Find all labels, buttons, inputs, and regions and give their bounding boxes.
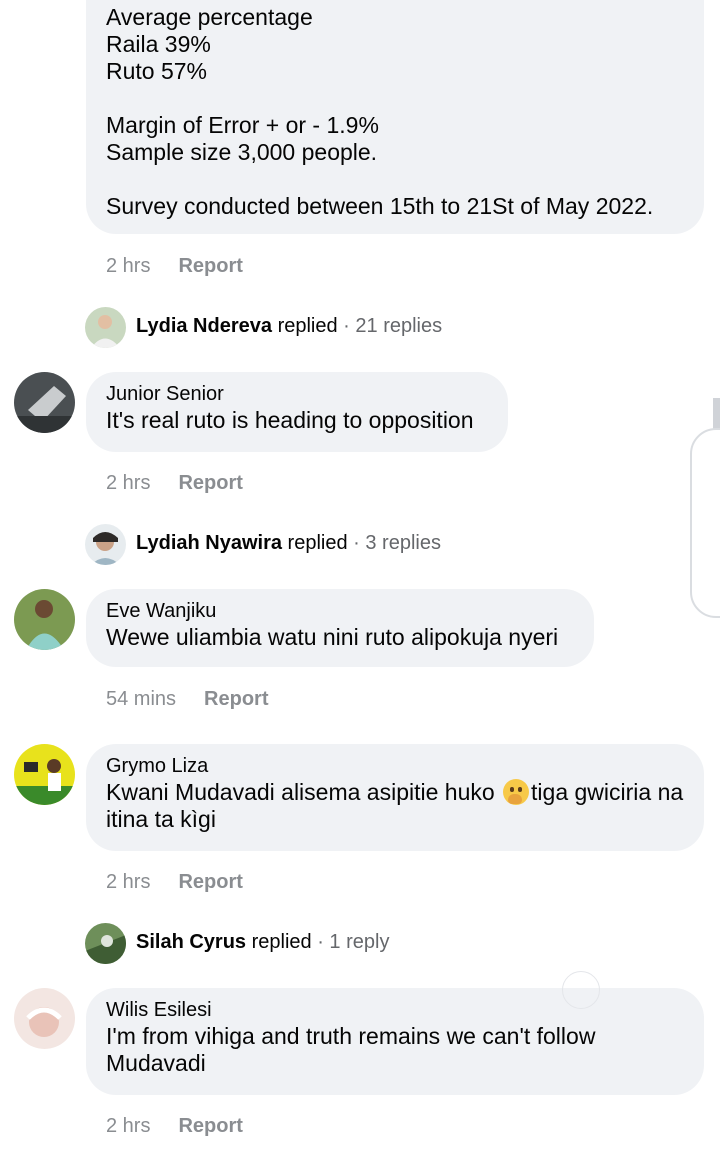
report-button[interactable]: Report [204,687,268,711]
avatar[interactable] [85,923,126,964]
avatar-image [85,524,126,565]
report-button[interactable]: Report [178,1114,242,1138]
timestamp[interactable]: 2 hrs [106,870,150,894]
replied-label: replied [251,931,312,953]
comment-text: Kwani Mudavadi alisema asipitie huko tig… [106,779,684,833]
timestamp[interactable]: 2 hrs [106,471,150,495]
reply-count[interactable]: · 21 replies [343,315,442,337]
avatar-image [85,307,126,348]
avatar[interactable] [14,988,75,1049]
post-comment-bubble: Average percentage Raila 39% Ruto 57% Ma… [86,0,704,234]
avatar[interactable] [14,372,75,433]
floating-side-panel[interactable] [690,428,720,618]
reply-count[interactable]: · 3 replies [353,532,441,554]
reply-author-name[interactable]: Silah Cyrus [136,931,246,953]
replied-label: replied [277,315,338,337]
replied-label: replied [287,532,348,554]
comment-text-part: Kwani Mudavadi alisema asipitie huko [106,779,502,805]
avatar-image [14,744,75,805]
report-button[interactable]: Report [178,254,242,278]
view-replies-link[interactable]: Lydiah Nyawira replied · 3 replies [136,531,441,555]
touch-indicator [562,971,600,1009]
report-button[interactable]: Report [178,870,242,894]
comment-bubble: Grymo Liza Kwani Mudavadi alisema asipit… [86,744,704,851]
report-button[interactable]: Report [178,471,242,495]
comment-author[interactable]: Grymo Liza [106,753,684,779]
avatar[interactable] [85,524,126,565]
timestamp[interactable]: 54 mins [106,687,176,711]
thinking-face-emoji-icon [503,779,530,805]
comment-bubble: Junior Senior It's real ruto is heading … [86,372,508,452]
post-text: Average percentage Raila 39% Ruto 57% Ma… [106,4,654,219]
avatar[interactable] [85,307,126,348]
avatar-image [14,589,75,650]
comment-meta: 2 hrs Report [106,870,243,894]
view-replies-link[interactable]: Silah Cyrus replied · 1 reply [136,930,389,954]
comment-author[interactable]: Junior Senior [106,381,488,407]
comment-text: I'm from vihiga and truth remains we can… [106,1023,596,1076]
view-replies-link[interactable]: Lydia Ndereva replied · 21 replies [136,314,442,338]
post-meta: 2 hrs Report [106,254,243,278]
reply-count[interactable]: · 1 reply [317,931,389,953]
comment-text: It's real ruto is heading to opposition [106,407,474,433]
comment-meta: 54 mins Report [106,687,268,711]
comment-meta: 2 hrs Report [106,471,243,495]
avatar-image [14,372,75,433]
avatar-image [85,923,126,964]
timestamp[interactable]: 2 hrs [106,1114,150,1138]
reply-author-name[interactable]: Lydiah Nyawira [136,532,282,554]
comment-meta: 2 hrs Report [106,1114,243,1138]
comment-bubble: Wilis Esilesi I'm from vihiga and truth … [86,988,704,1095]
avatar[interactable] [14,589,75,650]
comment-text: Wewe uliambia watu nini ruto alipokuja n… [106,624,559,650]
timestamp[interactable]: 2 hrs [106,254,150,278]
reply-author-name[interactable]: Lydia Ndereva [136,315,272,337]
avatar-image [14,988,75,1049]
comment-author[interactable]: Wilis Esilesi [106,997,684,1023]
comment-author[interactable]: Eve Wanjiku [106,598,574,624]
avatar[interactable] [14,744,75,805]
comment-bubble: Eve Wanjiku Wewe uliambia watu nini ruto… [86,589,594,667]
